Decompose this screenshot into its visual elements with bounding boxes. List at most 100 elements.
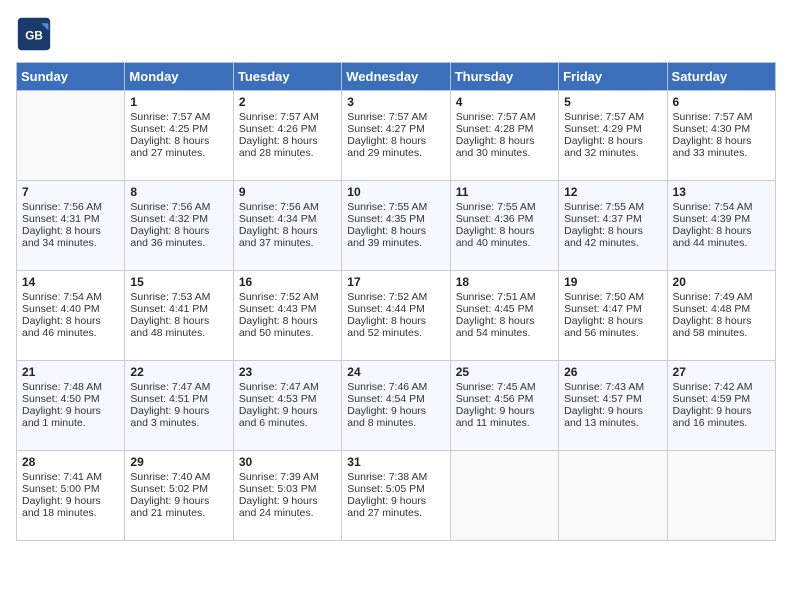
daylight-text: Daylight: 8 hours and 39 minutes. <box>347 225 444 249</box>
day-number: 16 <box>239 275 336 289</box>
calendar-cell: 31Sunrise: 7:38 AMSunset: 5:05 PMDayligh… <box>342 451 450 541</box>
calendar-cell <box>17 91 125 181</box>
day-number: 2 <box>239 95 336 109</box>
calendar-cell <box>667 451 775 541</box>
calendar-cell: 25Sunrise: 7:45 AMSunset: 4:56 PMDayligh… <box>450 361 558 451</box>
calendar-body: 1Sunrise: 7:57 AMSunset: 4:25 PMDaylight… <box>17 91 776 541</box>
sunrise-text: Sunrise: 7:53 AM <box>130 291 227 303</box>
calendar-cell: 18Sunrise: 7:51 AMSunset: 4:45 PMDayligh… <box>450 271 558 361</box>
calendar-cell: 10Sunrise: 7:55 AMSunset: 4:35 PMDayligh… <box>342 181 450 271</box>
calendar-cell: 19Sunrise: 7:50 AMSunset: 4:47 PMDayligh… <box>559 271 667 361</box>
day-number: 7 <box>22 185 119 199</box>
page-header: GB <box>16 16 776 52</box>
sunrise-text: Sunrise: 7:57 AM <box>564 111 661 123</box>
daylight-text: Daylight: 9 hours and 1 minute. <box>22 405 119 429</box>
header-cell-thursday: Thursday <box>450 63 558 91</box>
sunrise-text: Sunrise: 7:54 AM <box>22 291 119 303</box>
header-cell-saturday: Saturday <box>667 63 775 91</box>
calendar-cell: 20Sunrise: 7:49 AMSunset: 4:48 PMDayligh… <box>667 271 775 361</box>
calendar-cell: 13Sunrise: 7:54 AMSunset: 4:39 PMDayligh… <box>667 181 775 271</box>
calendar-cell: 6Sunrise: 7:57 AMSunset: 4:30 PMDaylight… <box>667 91 775 181</box>
daylight-text: Daylight: 8 hours and 56 minutes. <box>564 315 661 339</box>
sunset-text: Sunset: 4:57 PM <box>564 393 661 405</box>
sunset-text: Sunset: 4:39 PM <box>673 213 770 225</box>
day-number: 29 <box>130 455 227 469</box>
day-number: 21 <box>22 365 119 379</box>
day-number: 25 <box>456 365 553 379</box>
day-number: 20 <box>673 275 770 289</box>
sunrise-text: Sunrise: 7:41 AM <box>22 471 119 483</box>
sunrise-text: Sunrise: 7:57 AM <box>130 111 227 123</box>
sunrise-text: Sunrise: 7:55 AM <box>347 201 444 213</box>
calendar-cell: 17Sunrise: 7:52 AMSunset: 4:44 PMDayligh… <box>342 271 450 361</box>
day-number: 8 <box>130 185 227 199</box>
sunset-text: Sunset: 4:59 PM <box>673 393 770 405</box>
header-cell-friday: Friday <box>559 63 667 91</box>
sunset-text: Sunset: 4:51 PM <box>130 393 227 405</box>
day-number: 23 <box>239 365 336 379</box>
calendar-cell: 27Sunrise: 7:42 AMSunset: 4:59 PMDayligh… <box>667 361 775 451</box>
sunset-text: Sunset: 4:28 PM <box>456 123 553 135</box>
daylight-text: Daylight: 8 hours and 58 minutes. <box>673 315 770 339</box>
day-number: 3 <box>347 95 444 109</box>
week-row-5: 28Sunrise: 7:41 AMSunset: 5:00 PMDayligh… <box>17 451 776 541</box>
calendar-cell: 24Sunrise: 7:46 AMSunset: 4:54 PMDayligh… <box>342 361 450 451</box>
day-number: 19 <box>564 275 661 289</box>
sunset-text: Sunset: 4:44 PM <box>347 303 444 315</box>
week-row-3: 14Sunrise: 7:54 AMSunset: 4:40 PMDayligh… <box>17 271 776 361</box>
calendar-cell: 2 Sunrise: 7:57 AMSunset: 4:26 PMDaylight… <box>233 91 341 181</box>
header-cell-monday: Monday <box>125 63 233 91</box>
sunrise-text: Sunrise: 7:57 AM <box>239 111 336 123</box>
week-row-1: 1Sunrise: 7:57 AMSunset: 4:25 PMDaylight… <box>17 91 776 181</box>
sunset-text: Sunset: 4:43 PM <box>239 303 336 315</box>
sunrise-text: Sunrise: 7:56 AM <box>239 201 336 213</box>
week-row-2: 7Sunrise: 7:56 AMSunset: 4:31 PMDaylight… <box>17 181 776 271</box>
calendar-cell: 21Sunrise: 7:48 AMSunset: 4:50 PMDayligh… <box>17 361 125 451</box>
day-number: 5 <box>564 95 661 109</box>
sunset-text: Sunset: 4:26 PM <box>239 123 336 135</box>
day-number: 22 <box>130 365 227 379</box>
calendar-cell: 11Sunrise: 7:55 AMSunset: 4:36 PMDayligh… <box>450 181 558 271</box>
sunrise-text: Sunrise: 7:57 AM <box>456 111 553 123</box>
sunset-text: Sunset: 4:34 PM <box>239 213 336 225</box>
daylight-text: Daylight: 9 hours and 11 minutes. <box>456 405 553 429</box>
daylight-text: Daylight: 8 hours and 27 minutes. <box>130 135 227 159</box>
sunset-text: Sunset: 4:25 PM <box>130 123 227 135</box>
day-number: 18 <box>456 275 553 289</box>
sunset-text: Sunset: 4:47 PM <box>564 303 661 315</box>
sunset-text: Sunset: 4:35 PM <box>347 213 444 225</box>
sunset-text: Sunset: 4:41 PM <box>130 303 227 315</box>
sunrise-text: Sunrise: 7:38 AM <box>347 471 444 483</box>
calendar-cell: 23Sunrise: 7:47 AMSunset: 4:53 PMDayligh… <box>233 361 341 451</box>
sunset-text: Sunset: 4:37 PM <box>564 213 661 225</box>
day-number: 6 <box>673 95 770 109</box>
calendar-cell <box>559 451 667 541</box>
sunrise-text: Sunrise: 7:39 AM <box>239 471 336 483</box>
sunrise-text: Sunrise: 7:49 AM <box>673 291 770 303</box>
daylight-text: Daylight: 9 hours and 6 minutes. <box>239 405 336 429</box>
calendar-cell: 9Sunrise: 7:56 AMSunset: 4:34 PMDaylight… <box>233 181 341 271</box>
daylight-text: Daylight: 9 hours and 18 minutes. <box>22 495 119 519</box>
sunset-text: Sunset: 5:00 PM <box>22 483 119 495</box>
calendar-cell: 4Sunrise: 7:57 AMSunset: 4:28 PMDaylight… <box>450 91 558 181</box>
header-row: SundayMondayTuesdayWednesdayThursdayFrid… <box>17 63 776 91</box>
calendar-cell: 26Sunrise: 7:43 AMSunset: 4:57 PMDayligh… <box>559 361 667 451</box>
day-number: 27 <box>673 365 770 379</box>
daylight-text: Daylight: 8 hours and 28 minutes. <box>239 135 336 159</box>
day-number: 12 <box>564 185 661 199</box>
day-number: 17 <box>347 275 444 289</box>
daylight-text: Daylight: 9 hours and 24 minutes. <box>239 495 336 519</box>
sunset-text: Sunset: 4:29 PM <box>564 123 661 135</box>
sunrise-text: Sunrise: 7:57 AM <box>347 111 444 123</box>
calendar-cell: 8Sunrise: 7:56 AMSunset: 4:32 PMDaylight… <box>125 181 233 271</box>
daylight-text: Daylight: 8 hours and 29 minutes. <box>347 135 444 159</box>
sunset-text: Sunset: 4:31 PM <box>22 213 119 225</box>
daylight-text: Daylight: 8 hours and 34 minutes. <box>22 225 119 249</box>
daylight-text: Daylight: 8 hours and 30 minutes. <box>456 135 553 159</box>
calendar-cell: 12Sunrise: 7:55 AMSunset: 4:37 PMDayligh… <box>559 181 667 271</box>
sunrise-text: Sunrise: 7:47 AM <box>130 381 227 393</box>
daylight-text: Daylight: 9 hours and 27 minutes. <box>347 495 444 519</box>
day-number: 1 <box>130 95 227 109</box>
header-cell-tuesday: Tuesday <box>233 63 341 91</box>
day-number: 26 <box>564 365 661 379</box>
